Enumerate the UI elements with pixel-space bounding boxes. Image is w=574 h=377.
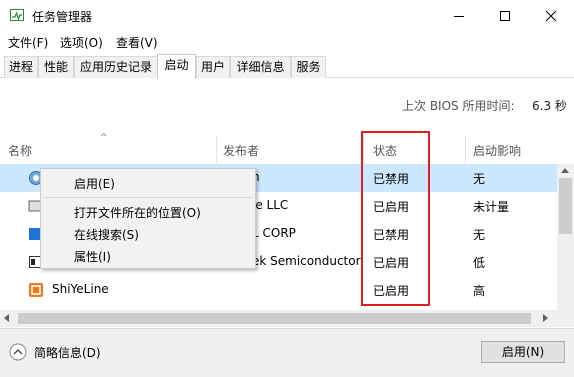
chevron-up-icon[interactable] (9, 343, 27, 361)
minimize-icon (454, 16, 464, 17)
enable-button[interactable]: 启用(N) (481, 341, 565, 363)
row-impact: 未计量 (473, 200, 510, 214)
bios-time-value: 6.3 秒 (532, 99, 567, 113)
menu-file[interactable]: 文件(F) (8, 34, 48, 51)
column-divider[interactable] (465, 135, 466, 165)
menu-bar: 文件(F) 选项(O) 查看(V) (0, 32, 574, 52)
title-bar: 任务管理器 (0, 0, 574, 32)
col-header-impact[interactable]: 启动影响 (473, 138, 557, 164)
context-menu: 启用(E) 打开文件所在的位置(O) 在线搜索(S) 属性(I) (40, 168, 256, 269)
tab-users[interactable]: 用户 (196, 56, 230, 78)
row-impact: 高 (473, 284, 486, 298)
tab-strip: 进程 性能 应用历史记录 启动 用户 详细信息 服务 (0, 54, 574, 79)
scroll-right-icon[interactable] (543, 314, 548, 322)
col-header-publisher[interactable]: 发布者 (223, 138, 361, 164)
ctx-open-file-location[interactable]: 打开文件所在的位置(O) (74, 204, 201, 221)
row-publisher: L CORP (252, 226, 296, 240)
col-header-name[interactable]: 名称 (8, 138, 216, 164)
vertical-scroll-thumb[interactable] (559, 178, 572, 234)
menu-view[interactable]: 查看(V) (116, 34, 158, 51)
window-title: 任务管理器 (32, 10, 93, 24)
menu-options[interactable]: 选项(O) (60, 34, 103, 51)
close-icon (545, 10, 557, 22)
tab-processes[interactable]: 进程 (4, 56, 38, 78)
horizontal-scrollbar[interactable] (0, 310, 557, 327)
row-status: 已启用 (373, 284, 410, 298)
bios-time-label: 上次 BIOS 所用时间: (402, 99, 515, 113)
close-button[interactable] (528, 0, 574, 32)
row-status: 已启用 (373, 200, 410, 214)
column-divider[interactable] (363, 135, 364, 165)
context-menu-divider (43, 197, 253, 198)
table-row[interactable]: ShiYeLine 已启用 高 (0, 276, 557, 304)
task-manager-icon (10, 9, 24, 21)
row-publisher: ek Semiconductor (252, 254, 361, 268)
ctx-enable[interactable]: 启用(E) (74, 175, 115, 192)
row-name: ShiYeLine (52, 282, 109, 296)
horizontal-scroll-thumb[interactable] (18, 313, 531, 324)
scroll-up-icon[interactable] (561, 168, 569, 173)
tab-app-history[interactable]: 应用历史记录 (74, 56, 158, 78)
col-header-status[interactable]: 状态 (373, 138, 463, 164)
vertical-scrollbar[interactable] (557, 164, 574, 327)
maximize-icon (500, 11, 510, 21)
scroll-left-icon[interactable] (4, 314, 9, 322)
shiyeline-icon (29, 283, 43, 297)
maximize-button[interactable] (482, 0, 528, 32)
ctx-search-online[interactable]: 在线搜索(S) (74, 226, 139, 243)
ctx-properties[interactable]: 属性(I) (74, 248, 111, 265)
row-publisher: le LLC (252, 198, 289, 212)
fewer-details-link[interactable]: 简略信息(D) (34, 344, 101, 361)
column-divider[interactable] (216, 135, 217, 165)
row-status: 已禁用 (373, 228, 410, 242)
row-impact: 低 (473, 256, 486, 270)
row-impact: 无 (473, 228, 486, 242)
tab-performance[interactable]: 性能 (38, 56, 74, 78)
row-status: 已禁用 (373, 172, 410, 186)
tab-services[interactable]: 服务 (291, 56, 326, 78)
tab-startup[interactable]: 启动 (157, 54, 196, 79)
row-status: 已启用 (373, 256, 410, 270)
minimize-button[interactable] (436, 0, 482, 32)
tab-details[interactable]: 详细信息 (230, 56, 291, 78)
row-impact: 无 (473, 172, 486, 186)
